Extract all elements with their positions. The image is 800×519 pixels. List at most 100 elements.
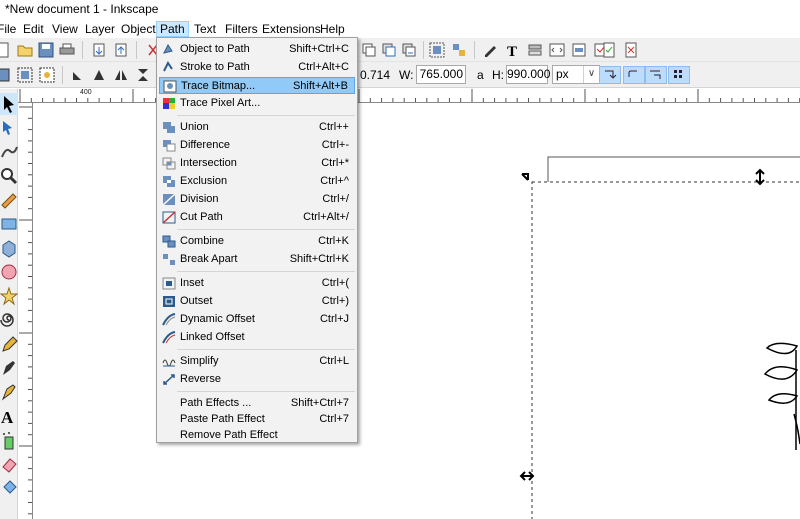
menu-item-shortcut: Shift+Ctrl+C: [289, 43, 349, 55]
fill-stroke-icon[interactable]: [482, 41, 500, 59]
menu-item-combine[interactable]: Combine Ctrl+K: [159, 233, 355, 250]
ellipse-tool-icon[interactable]: [0, 261, 18, 283]
pencil-tool-icon[interactable]: [0, 333, 18, 355]
menu-item-stroke-to-path[interactable]: Stroke to Path Ctrl+Alt+C: [159, 59, 355, 76]
document-properties-icon[interactable]: [600, 41, 618, 59]
select-all-icon[interactable]: [0, 66, 12, 84]
tweak-tool-icon[interactable]: [0, 141, 18, 163]
menu-item-trace-bitmap[interactable]: Trace Bitmap... Shift+Alt+B: [159, 77, 355, 94]
scale-handle-topleft: [521, 173, 529, 181]
deselect-icon[interactable]: [38, 66, 56, 84]
node-tool-icon[interactable]: [0, 117, 18, 139]
open-icon[interactable]: [16, 41, 34, 59]
import-icon[interactable]: [90, 41, 108, 59]
menu-item-outset[interactable]: Outset Ctrl+): [159, 293, 355, 310]
width-field[interactable]: 765.000: [416, 65, 466, 84]
selection-bbox: [531, 181, 800, 519]
menu-item-dynamic-offset[interactable]: Dynamic Offset Ctrl+J: [159, 311, 355, 328]
menu-item-label: Difference: [180, 139, 230, 151]
drawing-canvas[interactable]: [34, 104, 800, 519]
menu-file[interactable]: File: [0, 21, 19, 37]
spray-tool-icon[interactable]: [0, 429, 18, 451]
pen-tool-icon[interactable]: [0, 357, 18, 379]
svg-text:A: A: [1, 408, 14, 427]
menu-edit[interactable]: Edit: [20, 21, 47, 37]
menu-help[interactable]: Help: [317, 21, 348, 37]
menu-item-break-apart[interactable]: Break Apart Shift+Ctrl+K: [159, 251, 355, 268]
menu-separator: [177, 115, 355, 116]
menu-item-shortcut: Ctrl+/: [322, 193, 349, 205]
transform-gradients-toggle[interactable]: [645, 66, 667, 84]
menu-bar: File Edit View Layer Object Path Text Fi…: [0, 19, 800, 38]
commands-toolbar: T: [0, 38, 800, 62]
export-icon[interactable]: [112, 41, 130, 59]
clone-icon[interactable]: [380, 41, 398, 59]
align-distribute-icon[interactable]: [570, 41, 588, 59]
rectangle-tool-icon[interactable]: [0, 213, 18, 235]
lock-proportions-icon[interactable]: a: [477, 68, 484, 82]
star-tool-icon[interactable]: [0, 285, 18, 307]
menu-path[interactable]: Path: [156, 21, 189, 37]
menu-item-trace-pixel-art[interactable]: Trace Pixel Art...: [159, 95, 355, 112]
menu-item-union[interactable]: Union Ctrl++: [159, 119, 355, 136]
rotate-ccw-icon[interactable]: [68, 66, 86, 84]
menu-item-linked-offset[interactable]: Linked Offset: [159, 329, 355, 346]
measure-tool-icon[interactable]: [0, 189, 18, 211]
menu-item-exclusion[interactable]: Exclusion Ctrl+^: [159, 173, 355, 190]
menu-item-reverse[interactable]: Reverse: [159, 371, 355, 388]
zoom-tool-icon[interactable]: [0, 165, 18, 187]
preferences-icon[interactable]: [622, 41, 640, 59]
menu-item-simplify[interactable]: Simplify Ctrl+L: [159, 353, 355, 370]
duplicate-icon[interactable]: [360, 41, 378, 59]
save-icon[interactable]: [37, 41, 55, 59]
flip-horizontal-icon[interactable]: [112, 66, 130, 84]
rotate-cw-icon[interactable]: [90, 66, 108, 84]
ruler-ticks: [19, 89, 800, 102]
menu-filters[interactable]: Filters: [222, 21, 261, 37]
menu-item-intersection[interactable]: Intersection Ctrl+*: [159, 155, 355, 172]
flip-vertical-icon[interactable]: [134, 66, 152, 84]
scale-stroke-icon: [605, 70, 617, 79]
calligraphy-tool-icon[interactable]: [0, 381, 18, 403]
unit-select[interactable]: px ∨: [552, 65, 600, 84]
height-field[interactable]: 990.000: [506, 65, 550, 84]
menu-item-label: Stroke to Path: [180, 61, 250, 73]
spiral-tool-icon[interactable]: [0, 309, 18, 331]
paint-bucket-tool-icon[interactable]: [0, 477, 18, 499]
group-icon[interactable]: [428, 41, 446, 59]
stroke-to-path-icon: [163, 61, 173, 72]
menu-item-label: Dynamic Offset: [180, 313, 255, 325]
scale-stroke-toggle[interactable]: [599, 66, 621, 84]
menu-object[interactable]: Object: [118, 21, 159, 37]
menu-item-remove-path-effect[interactable]: Remove Path Effect: [159, 427, 355, 444]
unlink-clone-icon[interactable]: [400, 41, 418, 59]
eraser-tool-icon[interactable]: [0, 453, 18, 475]
menu-item-object-to-path[interactable]: Object to Path Shift+Ctrl+C: [159, 41, 355, 58]
menu-item-paste-path-effect[interactable]: Paste Path Effect Ctrl+7: [159, 411, 355, 428]
menu-view[interactable]: View: [49, 21, 81, 37]
menu-item-shortcut: Shift+Ctrl+K: [289, 253, 349, 265]
xml-editor-icon[interactable]: [548, 41, 566, 59]
scale-corners-toggle[interactable]: [623, 66, 645, 84]
menu-layer[interactable]: Layer: [82, 21, 118, 37]
menu-item-difference[interactable]: Difference Ctrl+-: [159, 137, 355, 154]
object-to-path-icon: [163, 44, 173, 54]
select-all-layers-icon[interactable]: [16, 66, 34, 84]
ungroup-icon[interactable]: [450, 41, 468, 59]
selector-tool-icon[interactable]: [0, 93, 18, 115]
menu-item-cut-path[interactable]: Cut Path Ctrl+Alt+/: [159, 209, 355, 226]
new-document-icon[interactable]: [0, 41, 12, 59]
menu-item-path-effects[interactable]: Path Effects ... Shift+Ctrl+7: [159, 395, 355, 412]
text-font-icon[interactable]: T: [504, 41, 522, 59]
menu-text[interactable]: Text: [191, 21, 219, 37]
menu-item-division[interactable]: Division Ctrl+/: [159, 191, 355, 208]
layers-icon[interactable]: [526, 41, 544, 59]
menu-extensions[interactable]: Extensions: [259, 21, 324, 37]
transform-patterns-toggle[interactable]: [668, 66, 690, 84]
print-icon[interactable]: [58, 41, 76, 59]
menu-item-inset[interactable]: Inset Ctrl+(: [159, 275, 355, 292]
inset-icon: [162, 277, 176, 290]
3d-box-tool-icon[interactable]: [0, 237, 18, 259]
menu-item-label: Cut Path: [180, 211, 223, 223]
text-tool-icon[interactable]: A: [0, 405, 18, 427]
